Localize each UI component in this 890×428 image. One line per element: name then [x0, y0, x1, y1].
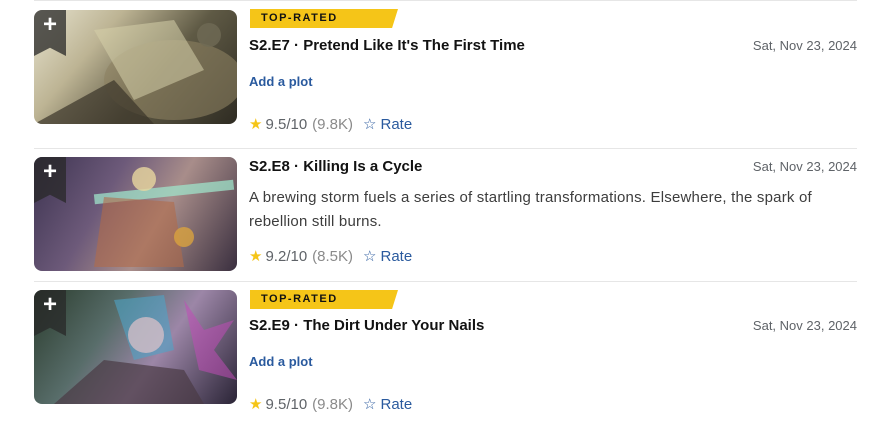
air-date: Sat, Nov 23, 2024	[752, 159, 857, 174]
episode-plot: A brewing storm fuels a series of startl…	[249, 189, 812, 230]
rate-button[interactable]: ☆ Rate	[363, 247, 413, 266]
add-plot-link[interactable]: Add a plot	[249, 354, 313, 369]
vote-count: (9.8K)	[312, 115, 354, 133]
vote-count: (8.5K)	[312, 247, 354, 265]
star-outline-icon: ☆	[363, 248, 377, 265]
star-outline-icon: ☆	[363, 396, 377, 413]
vote-count: (9.8K)	[312, 395, 354, 413]
episode-title[interactable]: S2.E9 · The Dirt Under Your Nails	[249, 317, 484, 334]
rating-denominator: /10	[286, 115, 308, 133]
rate-button[interactable]: ☆ Rate	[363, 115, 413, 134]
rating-row: ★ 9.5 /10 (9.8K) ☆ Rate	[249, 395, 413, 414]
episode-title[interactable]: S2.E7 · Pretend Like It's The First Time	[249, 37, 525, 54]
episode-thumbnail[interactable]: +	[34, 290, 237, 404]
top-rated-badge: TOP-RATED	[250, 290, 398, 309]
episode-thumbnail[interactable]: +	[34, 157, 237, 271]
episode-title[interactable]: S2.E8 · Killing Is a Cycle	[249, 158, 422, 175]
rating-value: 9.5	[265, 115, 287, 133]
rating-row: ★ 9.2 /10 (8.5K) ☆ Rate	[249, 247, 413, 266]
rate-label: Rate	[380, 115, 413, 133]
rating-value: 9.5	[265, 395, 287, 413]
episode-item: + TOP-RATED S2.E9 · The Dirt Under Your …	[0, 282, 890, 428]
rating-row: ★ 9.5 /10 (9.8K) ☆ Rate	[249, 115, 413, 134]
air-date: Sat, Nov 23, 2024	[752, 38, 857, 53]
rating-denominator: /10	[286, 247, 308, 265]
episode-item: + TOP-RATED S2.E7 · Pretend Like It's Th…	[0, 0, 890, 148]
star-icon: ★	[249, 116, 263, 133]
rate-label: Rate	[380, 395, 413, 413]
episode-item: + S2.E8 · Killing Is a Cycle Sat, Nov 23…	[0, 149, 890, 281]
add-plot-link[interactable]: Add a plot	[249, 74, 313, 89]
episode-thumbnail[interactable]: +	[34, 10, 237, 124]
star-icon: ★	[249, 248, 263, 265]
rating-value: 9.2	[265, 247, 287, 265]
star-outline-icon: ☆	[363, 116, 377, 133]
rating-denominator: /10	[286, 395, 308, 413]
rate-label: Rate	[380, 247, 413, 265]
rate-button[interactable]: ☆ Rate	[363, 395, 413, 414]
air-date: Sat, Nov 23, 2024	[752, 318, 857, 333]
top-rated-badge: TOP-RATED	[250, 9, 398, 28]
star-icon: ★	[249, 396, 263, 413]
